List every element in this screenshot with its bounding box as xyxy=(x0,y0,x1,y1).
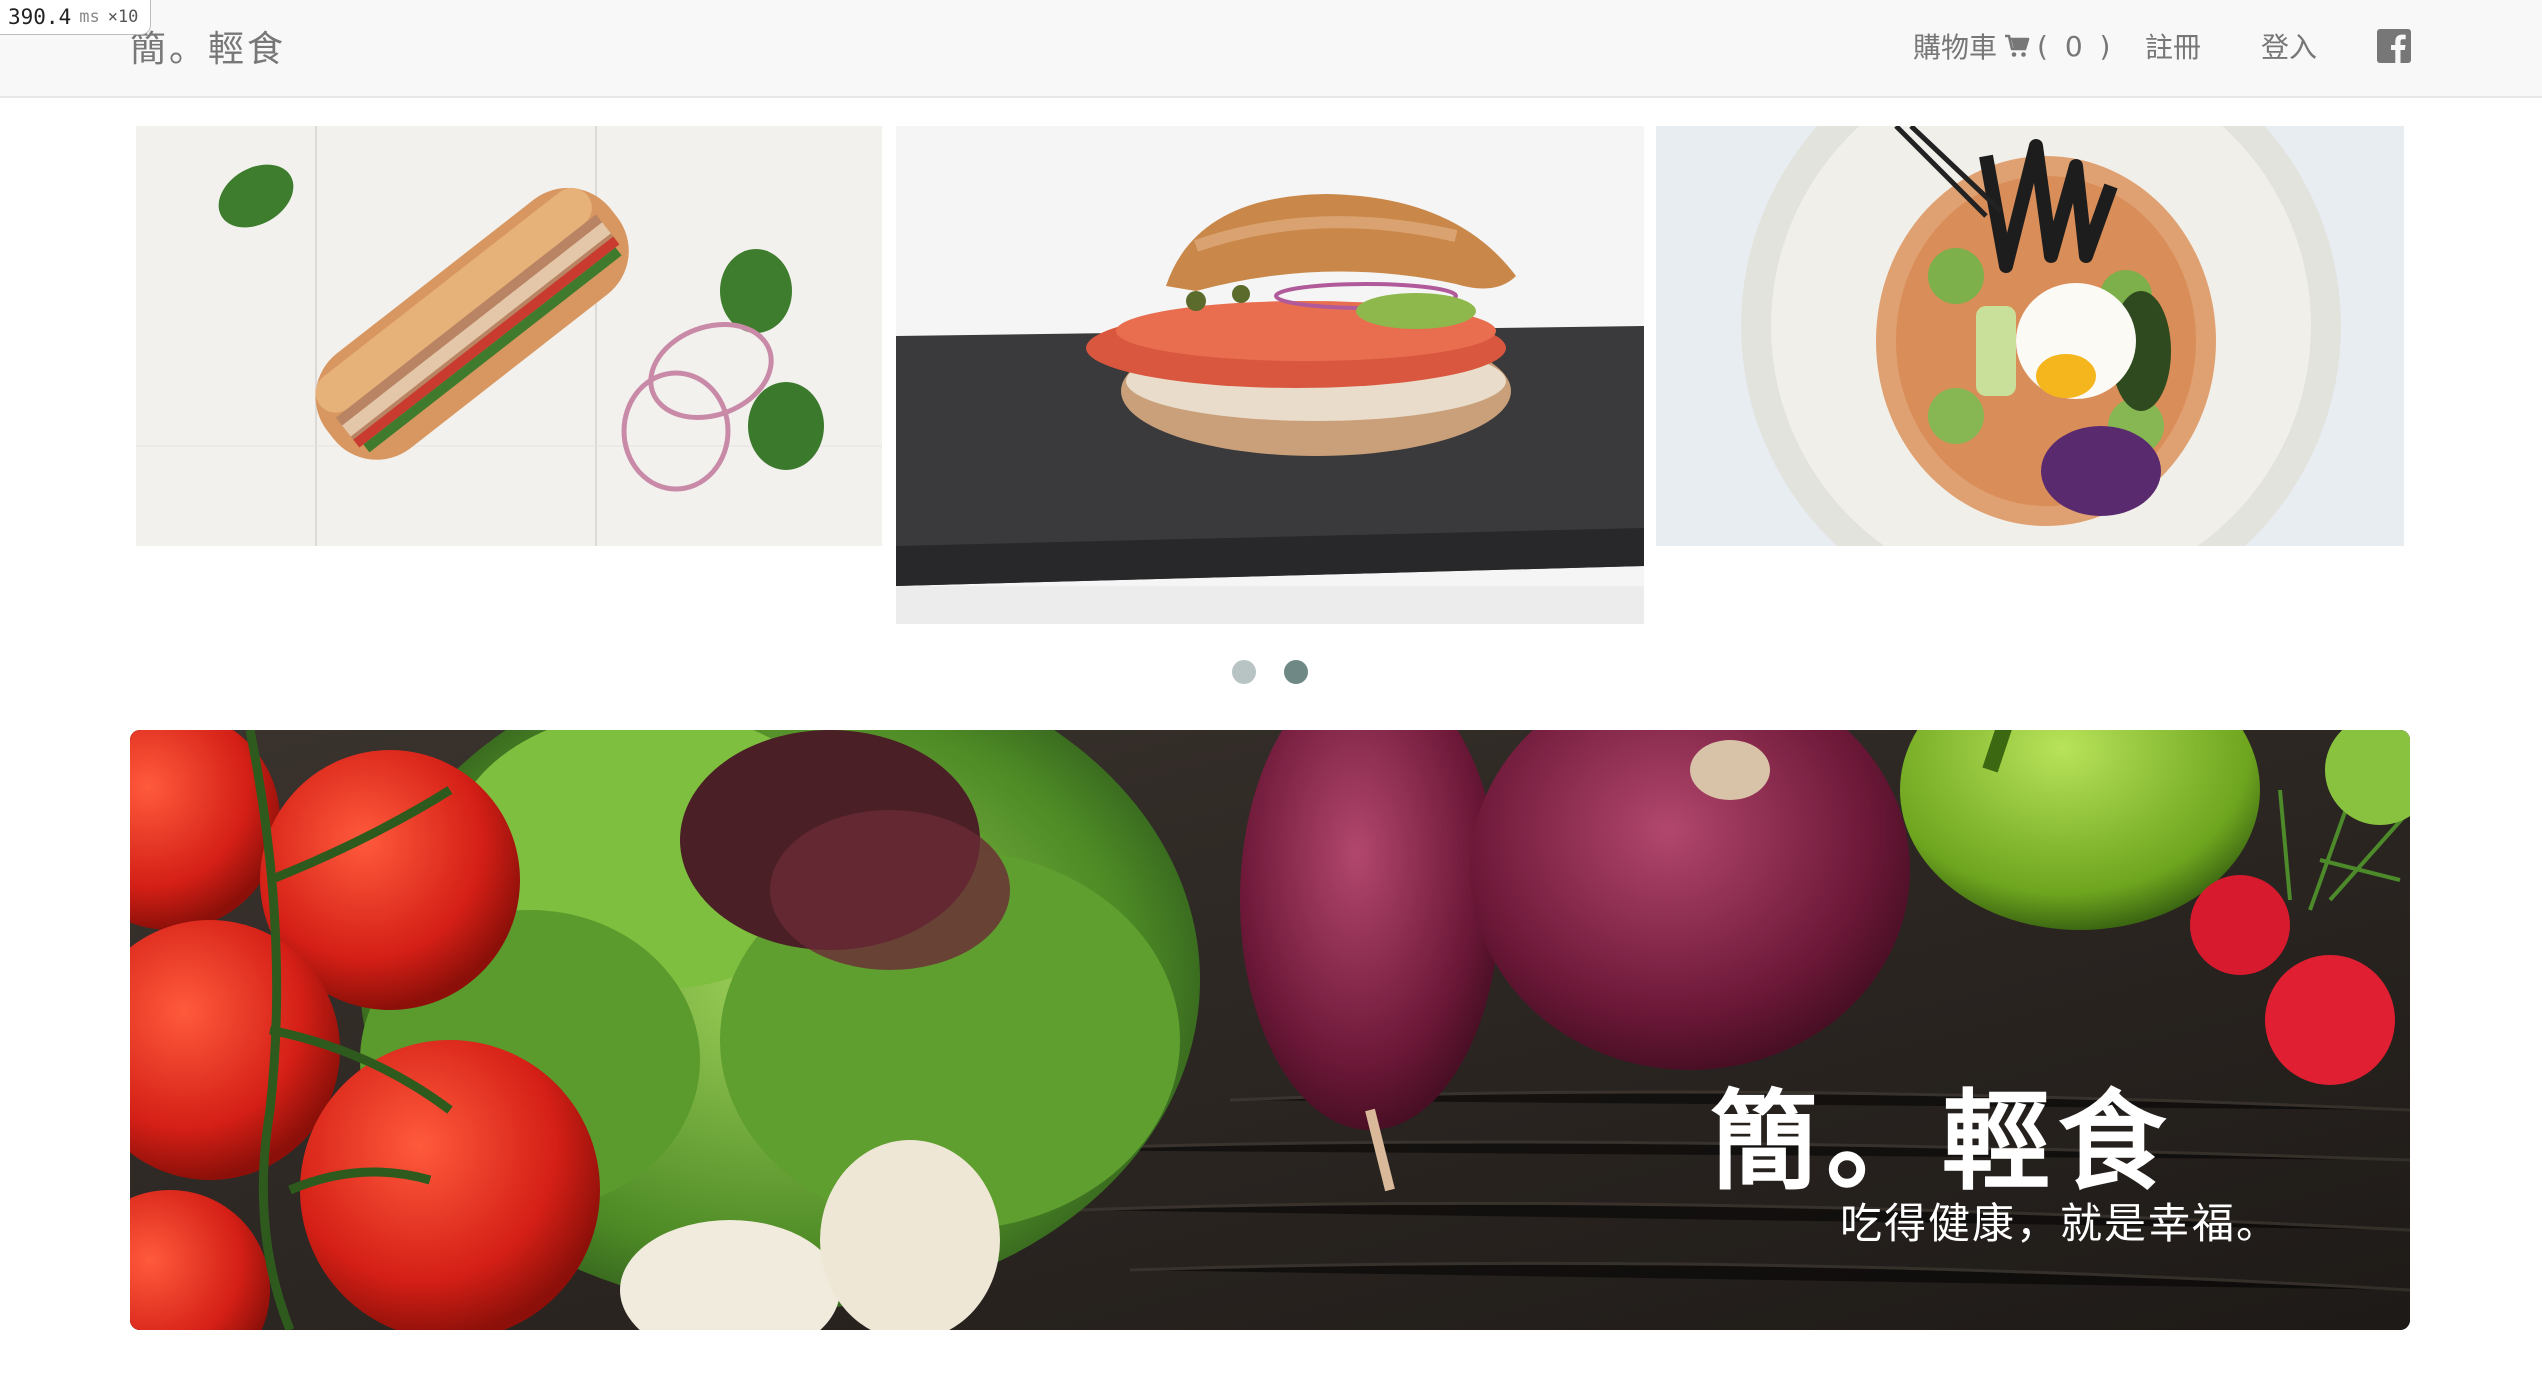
image-carousel xyxy=(0,0,2542,700)
carousel-dot-1[interactable] xyxy=(1232,660,1256,684)
hero-subtitle: 吃得健康，就是幸福。 xyxy=(1840,1199,2281,1248)
carousel-dot-2[interactable] xyxy=(1284,660,1308,684)
perf-overlay: 390.4 ms ×10 xyxy=(0,0,152,35)
hero-title: 簡。輕食 xyxy=(1710,1080,2175,1205)
carousel-slide-chicken-sub[interactable] xyxy=(136,126,882,546)
chicken-sub-image xyxy=(136,126,882,546)
carousel-slide-egg-bowl[interactable] xyxy=(1656,126,2404,546)
carousel-slide-salmon-bagel[interactable] xyxy=(896,126,1644,624)
perf-unit: ms xyxy=(79,7,100,27)
salmon-bagel-image xyxy=(896,126,1644,624)
egg-bowl-image xyxy=(1656,126,2404,546)
perf-value: 390.4 xyxy=(8,5,72,29)
perf-multiplier: ×10 xyxy=(107,7,139,27)
